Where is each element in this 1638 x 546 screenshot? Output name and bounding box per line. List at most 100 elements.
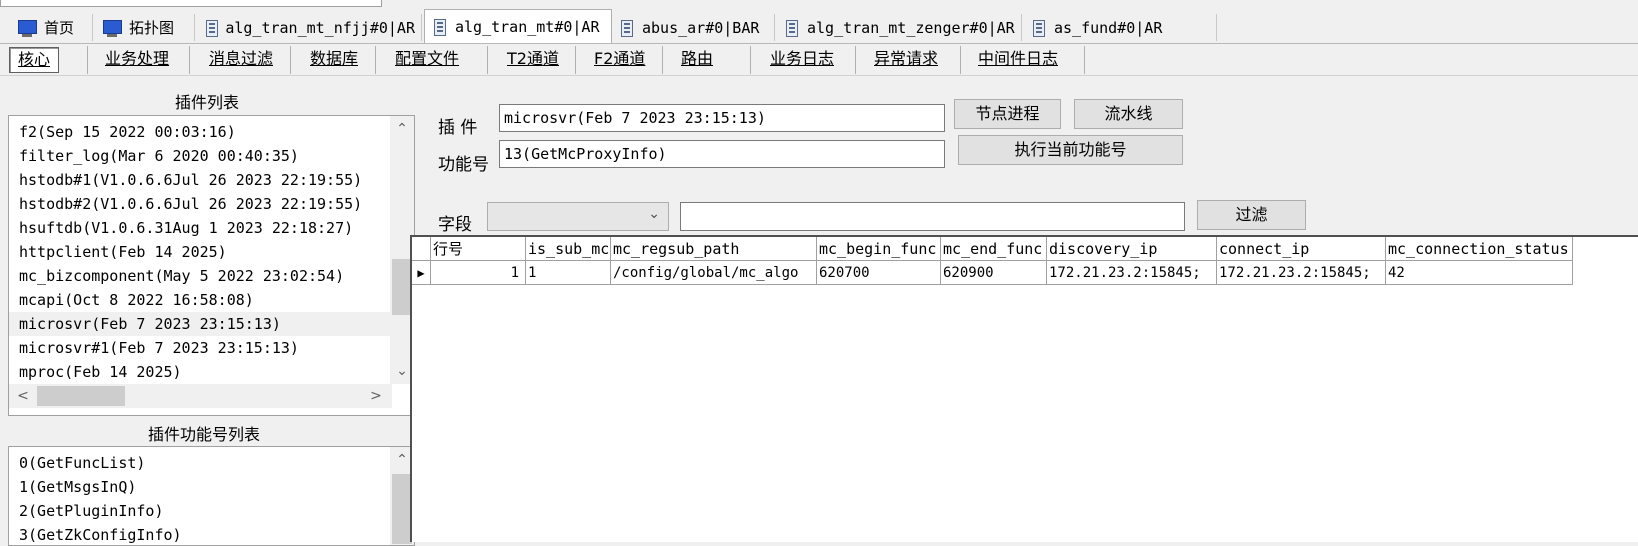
- column-header[interactable]: discovery_ip: [1047, 237, 1217, 261]
- tab-label: 拓扑图: [129, 19, 175, 37]
- plugin-item[interactable]: hstodb#2(V1.0.6.6Jul 26 2023 22:19:55): [9, 192, 392, 216]
- field-select[interactable]: ⌄: [487, 202, 669, 231]
- plugin-label: 插 件: [438, 118, 478, 138]
- func-list-title: 插件功能号列表: [148, 425, 261, 444]
- menu-exception-request[interactable]: 异常请求: [866, 47, 946, 71]
- database-icon: [203, 18, 219, 38]
- menu-separator: [487, 46, 488, 74]
- func-field[interactable]: 13(GetMcProxyInfo): [499, 140, 945, 168]
- func-item[interactable]: 0(GetFuncList): [9, 451, 392, 475]
- scroll-up-icon[interactable]: ⌃: [390, 118, 414, 140]
- plugin-item[interactable]: httpclient(Feb 14 2025): [9, 240, 392, 264]
- scroll-right-icon[interactable]: >: [364, 385, 388, 407]
- grid-cell[interactable]: 1: [431, 261, 526, 285]
- menu-middleware-log[interactable]: 中间件日志: [970, 47, 1066, 71]
- tab-abus-ar[interactable]: abus_ar#0|BAR: [612, 14, 775, 41]
- database-icon: [1030, 18, 1048, 38]
- plugin-item[interactable]: f2(Sep 15 2022 00:03:16): [9, 120, 392, 144]
- func-item[interactable]: 1(GetMsgsInQ): [9, 475, 392, 499]
- tab-label: as_fund#0|AR: [1054, 18, 1163, 37]
- window-top-edge: [0, 0, 382, 7]
- tab-label: alg_tran_mt#0|AR: [455, 17, 600, 36]
- plugin-list-vscroll-thumb[interactable]: [392, 259, 412, 315]
- plugin-item[interactable]: microsvr#1(Feb 7 2023 23:15:13): [9, 336, 392, 360]
- column-header[interactable]: 行号: [431, 237, 526, 261]
- tab-as-fund[interactable]: as_fund#0|AR: [1024, 14, 1217, 41]
- func-label: 功能号: [438, 155, 489, 175]
- plugin-item[interactable]: mcapi(Oct 8 2022 16:58:08): [9, 288, 392, 312]
- menu-separator: [87, 46, 88, 74]
- menu-t2-channel[interactable]: T2通道: [499, 47, 567, 71]
- menu-message-filter[interactable]: 消息过滤: [201, 47, 281, 71]
- func-list-vscroll-thumb[interactable]: [392, 474, 412, 544]
- column-header[interactable]: is_sub_mc: [526, 237, 611, 261]
- menu-separator: [1084, 46, 1085, 74]
- column-header[interactable]: mc_regsub_path: [611, 237, 817, 261]
- column-header[interactable]: connect_ip: [1217, 237, 1386, 261]
- column-header[interactable]: mc_connection_status: [1386, 237, 1573, 261]
- func-item[interactable]: 2(GetPluginInfo): [9, 499, 392, 523]
- plugin-list-hscroll-thumb[interactable]: [37, 386, 125, 406]
- filter-text-input[interactable]: [680, 202, 1185, 231]
- tab-label: abus_ar#0|BAR: [642, 18, 760, 37]
- plugin-list-title: 插件列表: [175, 93, 240, 112]
- menu-separator: [750, 46, 751, 74]
- tab-home[interactable]: 首页: [10, 14, 93, 41]
- plugin-item[interactable]: filter_log(Mar 6 2020 00:40:35): [9, 144, 392, 168]
- plugin-item-selected[interactable]: microsvr(Feb 7 2023 23:15:13): [9, 312, 392, 336]
- node-process-button[interactable]: 节点进程: [954, 99, 1061, 129]
- grid-cell[interactable]: 620900: [941, 261, 1047, 285]
- plugin-field[interactable]: microsvr(Feb 7 2023 23:15:13): [499, 104, 945, 132]
- menu-f2-channel[interactable]: F2通道: [586, 47, 653, 71]
- computer-icon: [101, 19, 123, 37]
- grid-cell[interactable]: 172.21.23.2:15845;: [1217, 261, 1386, 285]
- menu-business-log[interactable]: 业务日志: [762, 47, 842, 71]
- menu-separator: [960, 46, 961, 74]
- plugin-item[interactable]: hstodb#1(V1.0.6.6Jul 26 2023 22:19:55): [9, 168, 392, 192]
- tab-alg-tran-mt-nfjj[interactable]: alg_tran_mt_nfjj#0|AR: [197, 14, 422, 41]
- tab-alg-tran-mt-zenger[interactable]: alg_tran_mt_zenger#0|AR: [777, 14, 1022, 41]
- menu-core[interactable]: 核心: [9, 47, 60, 73]
- menu-separator: [375, 46, 376, 74]
- grid-cell[interactable]: 172.21.23.2:15845;: [1047, 261, 1217, 285]
- database-icon: [618, 18, 636, 38]
- plugin-item[interactable]: mproc(Feb 14 2025): [9, 360, 392, 384]
- menu-separator: [662, 46, 663, 74]
- current-row-pointer-icon[interactable]: ▶: [412, 261, 431, 285]
- grid-cell[interactable]: /config/global/mc_algo: [611, 261, 817, 285]
- result-grid[interactable]: 行号 is_sub_mc mc_regsub_path mc_begin_fun…: [410, 235, 1638, 542]
- grid-cell[interactable]: 42: [1386, 261, 1573, 285]
- menu-separator: [855, 46, 856, 74]
- plugin-item[interactable]: mc_bizcomponent(May 5 2022 23:02:54): [9, 264, 392, 288]
- menu-database[interactable]: 数据库: [302, 47, 366, 71]
- scroll-left-icon[interactable]: <: [11, 385, 35, 407]
- tab-alg-tran-mt[interactable]: alg_tran_mt#0|AR: [424, 9, 612, 43]
- menu-config-file[interactable]: 配置文件: [387, 47, 467, 71]
- execute-function-button[interactable]: 执行当前功能号: [958, 135, 1183, 165]
- func-list-items: 0(GetFuncList) 1(GetMsgsInQ) 2(GetPlugin…: [9, 451, 392, 545]
- plugin-list[interactable]: f2(Sep 15 2022 00:03:16) filter_log(Mar …: [8, 115, 415, 416]
- computer-icon: [16, 19, 38, 37]
- field-label: 字段: [438, 215, 472, 235]
- func-item[interactable]: 3(GetZkConfigInfo): [9, 523, 392, 545]
- column-header[interactable]: mc_end_func: [941, 237, 1047, 261]
- menu-business[interactable]: 业务处理: [97, 47, 177, 71]
- menu-separator: [290, 46, 291, 74]
- func-list[interactable]: 0(GetFuncList) 1(GetMsgsInQ) 2(GetPlugin…: [8, 446, 415, 546]
- menu-separator: [575, 46, 576, 74]
- plugin-item[interactable]: hsuftdb(V1.0.6.31Aug 1 2023 22:18:27): [9, 216, 392, 240]
- menu-route[interactable]: 路由: [673, 47, 721, 71]
- plugin-list-hscrollbar[interactable]: < >: [9, 384, 392, 408]
- pipeline-button[interactable]: 流水线: [1074, 99, 1183, 129]
- tab-label: alg_tran_mt_nfjj#0|AR: [225, 18, 415, 37]
- tab-topology[interactable]: 拓扑图: [95, 14, 195, 41]
- database-icon: [431, 17, 449, 37]
- column-header[interactable]: mc_begin_func: [817, 237, 941, 261]
- tab-label: 首页: [44, 19, 75, 37]
- filter-button[interactable]: 过滤: [1197, 200, 1306, 230]
- menu-separator: [189, 46, 190, 74]
- chevron-down-icon: ⌄: [648, 206, 660, 222]
- grid-cell[interactable]: 1: [526, 261, 611, 285]
- tab-label: alg_tran_mt_zenger#0|AR: [807, 18, 1015, 37]
- grid-cell[interactable]: 620700: [817, 261, 941, 285]
